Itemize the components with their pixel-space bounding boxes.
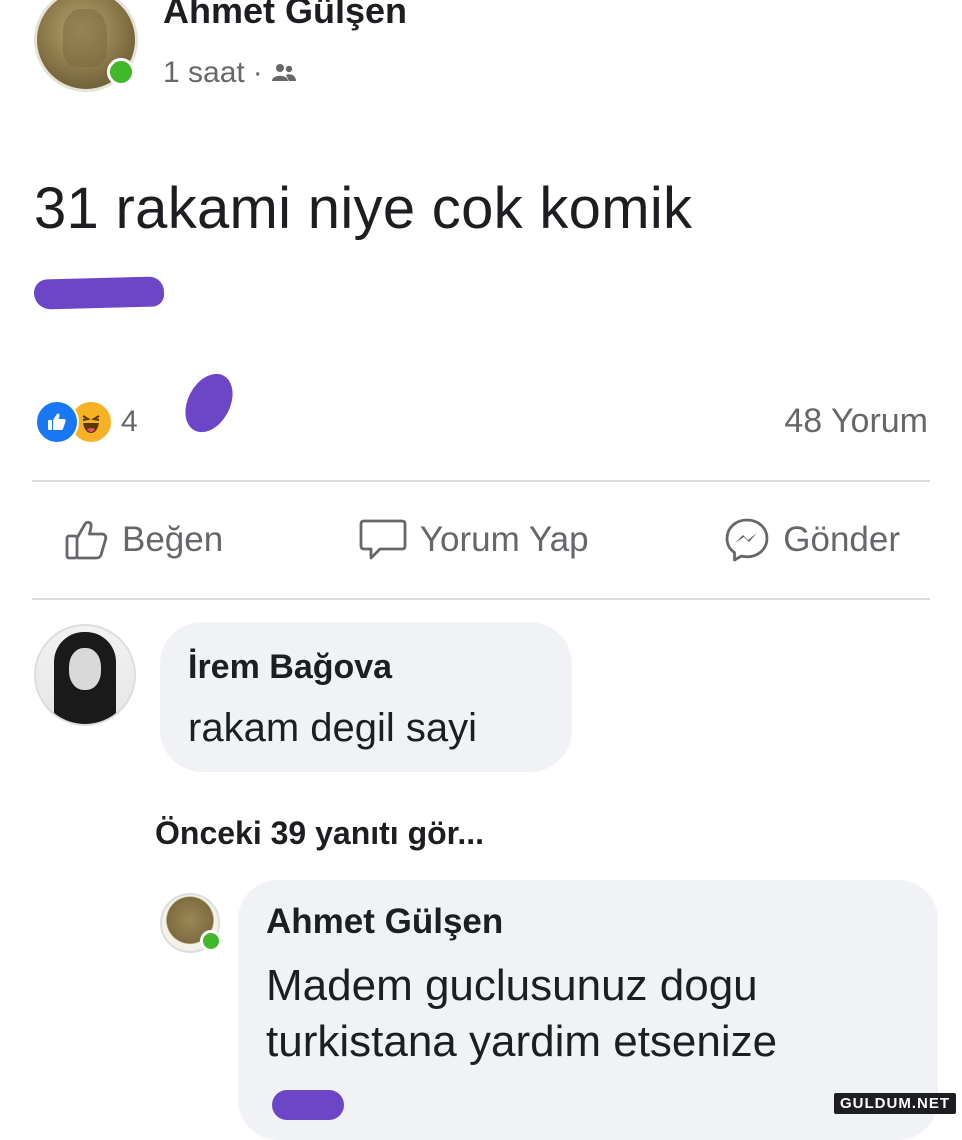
divider [32,598,930,600]
post-action-bar: Beğen Yorum Yap Gönder [32,505,930,575]
reaction-summary[interactable]: 4 [35,400,138,444]
redaction-scribble [33,276,165,310]
post-time[interactable]: 1 saat [163,56,245,90]
online-status-dot [107,58,135,86]
reaction-count: 4 [121,405,138,438]
post-meta: 1 saat · [163,56,297,90]
site-watermark: GULDUM.NET [834,1093,956,1114]
comment-author-name[interactable]: İrem Bağova [188,648,392,687]
post-text: 31 rakami niye cok komik [34,176,693,241]
like-button[interactable]: Beğen [64,505,223,575]
comment-label: Yorum Yap [419,520,589,559]
comment-button[interactable]: Yorum Yap [358,505,589,575]
messenger-icon [723,516,771,564]
reply-text: Madem guclusunuz dogu turkistana yardim … [266,961,778,1066]
speech-bubble-icon [358,517,408,563]
like-reaction-icon [35,400,79,444]
friends-icon [271,62,297,84]
divider [32,480,930,482]
send-label: Gönder [783,520,900,559]
like-label: Beğen [122,520,224,559]
send-button[interactable]: Gönder [723,505,900,575]
thumbs-up-icon [64,518,110,562]
reply-author-name[interactable]: Ahmet Gülşen [266,902,503,942]
redaction-scribble [272,1090,344,1120]
post-author-name[interactable]: Ahmet Gülşen [163,0,407,32]
comment-text: rakam degil sayi [188,706,478,750]
commenter-avatar[interactable] [34,624,136,726]
redaction-scribble [175,365,243,441]
meta-separator: · [252,56,263,89]
online-status-dot [200,930,222,952]
comment-count-link[interactable]: 48 Yorum [784,402,928,441]
view-previous-replies-link[interactable]: Önceki 39 yanıtı gör... [155,815,484,852]
